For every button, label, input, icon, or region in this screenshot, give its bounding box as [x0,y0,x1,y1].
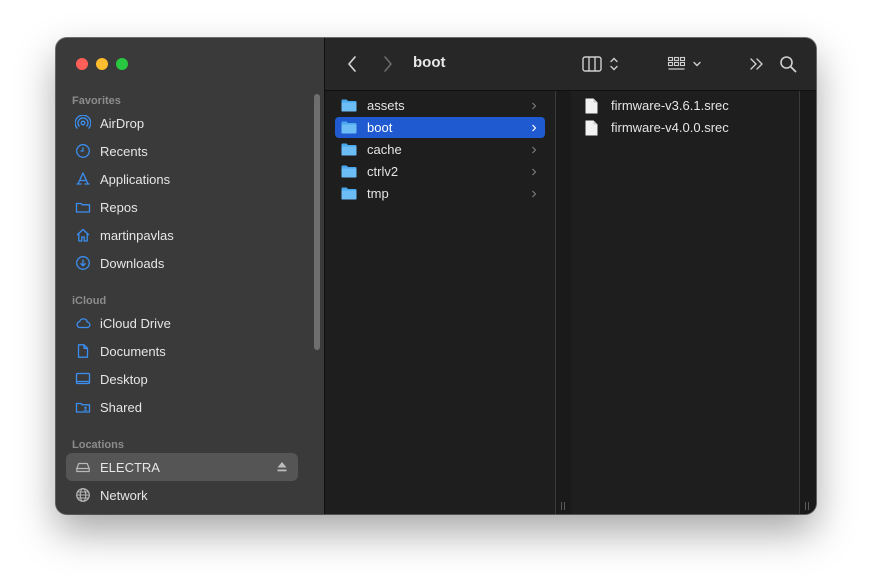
folder-name: assets [367,98,405,113]
finder-window: Favorites AirDrop Recents Applications R… [56,38,816,514]
home-icon [74,226,92,244]
list-item-folder[interactable]: assets [335,95,545,116]
close-button[interactable] [76,58,88,70]
applications-icon [74,170,92,188]
sidebar-item-shared[interactable]: Shared [66,393,298,421]
sidebar-item-label: iCloud Drive [100,315,171,331]
shared-folder-icon [74,398,92,416]
folder-icon [74,198,92,216]
back-button[interactable] [343,52,361,76]
sidebar-item-downloads[interactable]: Downloads [66,249,298,277]
folder-name: tmp [367,186,389,201]
file-name: firmware-v3.6.1.srec [611,98,729,113]
folder-name: ctrlv2 [367,164,399,179]
folder-name: cache [367,142,402,157]
document-icon [74,342,92,360]
column-divider[interactable] [556,91,571,514]
group-button[interactable] [667,52,705,76]
cloud-icon [74,314,92,332]
clock-icon [74,142,92,160]
column-view-icon [582,56,618,72]
folder-icon [341,142,359,158]
sidebar-item-label: Shared [100,399,142,415]
chevron-right-icon [532,102,537,109]
download-icon [74,254,92,272]
folder-icon [341,186,359,202]
sidebar-item-label: Documents [100,343,166,359]
sidebar-section-favorites: Favorites [72,95,121,107]
sidebar-item-label: Network [100,487,148,503]
list-item-file[interactable]: firmware-v3.6.1.srec [579,95,789,116]
sidebar-item-label: Desktop [100,371,148,387]
folder-icon [341,120,359,136]
sidebar-item-applications[interactable]: Applications [66,165,298,193]
zoom-button[interactable] [116,58,128,70]
chevron-right-icon [532,146,537,153]
list-item-folder[interactable]: ctrlv2 [335,161,545,182]
sidebar-item-recents[interactable]: Recents [66,137,298,165]
window-title: boot [413,54,446,71]
chevron-right-icon [384,56,392,72]
double-chevron-icon [750,58,763,70]
column-resize-handle[interactable] [560,502,566,510]
sidebar-item-icloud-drive[interactable]: iCloud Drive [66,309,298,337]
chevron-right-icon [532,190,537,197]
sidebar-item-airdrop[interactable]: AirDrop [66,109,298,137]
list-item-folder[interactable]: boot [335,117,545,138]
chevron-right-icon [532,124,537,131]
forward-button[interactable] [379,52,397,76]
file-name: firmware-v4.0.0.srec [611,120,729,135]
network-icon [74,486,92,504]
sidebar-scrollbar[interactable] [314,94,320,350]
sidebar-item-label: Repos [100,199,138,215]
toolbar: boot [325,38,816,91]
sidebar-item-label: Recents [100,143,148,159]
column-browser: assets boot cache ctrlv2 tmp firmware-v3… [325,91,816,514]
view-mode-button[interactable] [581,52,623,76]
desktop-icon [74,370,92,388]
folder-name: boot [367,120,393,135]
sidebar-section-icloud: iCloud [72,295,107,307]
folder-icon [341,164,359,180]
sidebar-item-documents[interactable]: Documents [66,337,298,365]
list-item-folder[interactable]: cache [335,139,545,160]
minimize-button[interactable] [96,58,108,70]
sidebar-item-label: Applications [100,171,171,187]
chevron-left-icon [348,56,356,72]
file-column: firmware-v3.6.1.srec firmware-v4.0.0.sre… [571,91,800,514]
search-button[interactable] [777,52,799,76]
list-item-folder[interactable]: tmp [335,183,545,204]
sidebar-item-label: ELECTRA [100,459,160,475]
list-item-file[interactable]: firmware-v4.0.0.srec [579,117,789,138]
file-icon [585,120,603,136]
sidebar-item-network[interactable]: Network [66,481,298,509]
file-icon [585,98,603,114]
chevron-right-icon [532,168,537,175]
column-resize-handle[interactable] [804,502,810,510]
folder-column: assets boot cache ctrlv2 tmp [325,91,556,514]
column-divider[interactable] [800,91,816,514]
sidebar-item-label: AirDrop [100,115,145,131]
eject-icon[interactable] [276,460,288,474]
sidebar-item-electra[interactable]: ELECTRA [66,453,298,481]
search-icon [780,56,797,73]
sidebar-item-label: Downloads [100,255,165,271]
sidebar-item-desktop[interactable]: Desktop [66,365,298,393]
drive-icon [74,458,92,476]
airdrop-icon [74,114,92,132]
traffic-lights [76,58,128,70]
sidebar-item-label: martinpavlas [100,227,174,243]
folder-icon [341,98,359,114]
sidebar-item-repos[interactable]: Repos [66,193,298,221]
grid-group-icon [667,56,701,70]
sidebar-item-home[interactable]: martinpavlas [66,221,298,249]
sidebar: Favorites AirDrop Recents Applications R… [56,38,325,514]
sidebar-section-locations: Locations [72,439,124,451]
more-button[interactable] [747,52,767,76]
